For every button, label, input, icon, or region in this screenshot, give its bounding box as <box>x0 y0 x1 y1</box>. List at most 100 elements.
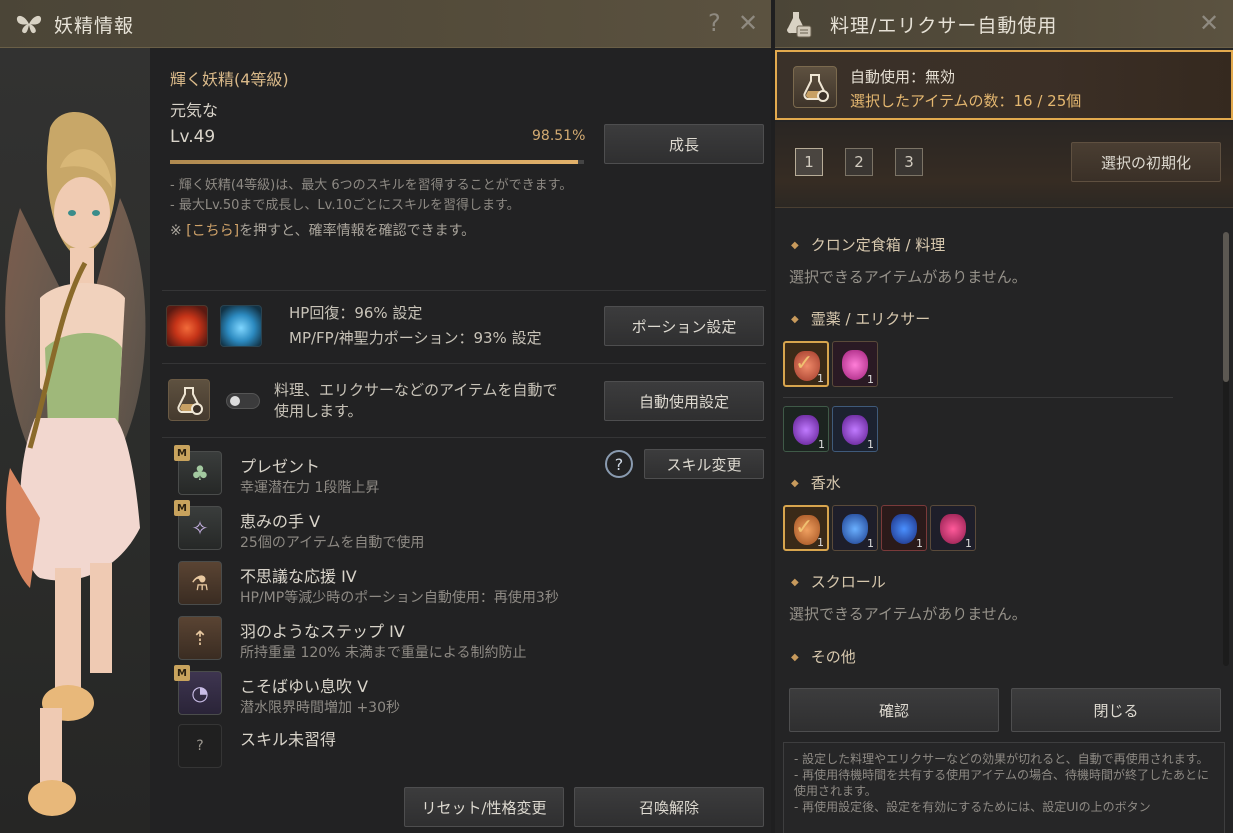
fairy-level: Lv.49 <box>170 127 216 147</box>
unknown-icon: ? <box>178 724 222 768</box>
close-button[interactable]: ✕ <box>1199 9 1219 37</box>
elixir-icon <box>842 415 868 445</box>
item-qty: 1 <box>817 372 824 385</box>
fairy-portrait <box>0 48 150 833</box>
skill-name: こそばゆい息吹 V <box>240 677 369 696</box>
elixir-icon <box>793 415 819 445</box>
item-qty: 1 <box>867 438 874 451</box>
item-slot[interactable]: 1 <box>930 505 976 551</box>
category-cooking: ◆ クロン定食箱 / 料理 <box>791 236 946 254</box>
flask-gear-icon <box>793 66 837 108</box>
fairy-detail: 輝く妖精(4等級) 元気な Lv.49 98.51% 成長 - 輝く妖精(4等級… <box>150 48 771 833</box>
auto-use-toggle[interactable] <box>226 393 260 409</box>
item-slot[interactable]: 1 <box>832 505 878 551</box>
skill-change-button[interactable]: スキル変更 <box>644 449 764 479</box>
category-empty-text: 選択できるアイテムがありません。 <box>789 268 1027 286</box>
hp-setting-text: HP回復：96% 設定 <box>289 304 423 322</box>
category-title: クロン定食箱 / 料理 <box>810 236 946 254</box>
skill-desc: 幸運潜在力 1段階上昇 <box>240 480 380 496</box>
category-list: ◆ クロン定食箱 / 料理 選択できるアイテムがありません。 ◆ 霊薬 / エリクサ… <box>775 210 1233 670</box>
skill-desc: HP/MP等減少時のポーション自動使用：再使用3秒 <box>240 590 559 606</box>
preset-tab-3[interactable]: 3 <box>895 148 923 176</box>
auto-use-icon <box>168 379 210 421</box>
panel-title: 妖精情報 <box>54 15 135 37</box>
selected-count: 選択したアイテムの数：16 / 25個 <box>850 92 1082 110</box>
item-qty: 1 <box>916 537 923 550</box>
reset-personality-button[interactable]: リセット/性格変更 <box>404 787 564 827</box>
fairy-desc-2: - 最大Lv.50まで成長し、Lv.10ごとにスキルを習得します。 <box>170 198 520 213</box>
note-line: - 再使用設定後、設定を有効にするためには、設定UIの上のボタン <box>794 800 1151 814</box>
item-qty: 1 <box>817 536 824 549</box>
auto-use-titlebar: 料理/エリクサー自動使用 ✕ <box>775 0 1233 48</box>
skill-name: 不思議な応援 IV <box>240 567 357 586</box>
scrollbar-thumb[interactable] <box>1223 232 1229 382</box>
item-slot[interactable]: 1 <box>881 505 927 551</box>
item-slot[interactable]: 1 <box>832 406 878 452</box>
help-button[interactable]: ? <box>708 9 721 37</box>
note-line: - 設定した料理やエリクサーなどの効果が切れると、自動で再使用されます。 <box>794 752 1209 766</box>
potion-settings-button[interactable]: ポーション設定 <box>604 306 764 346</box>
mp-setting-text: MP/FP/神聖力ポーション：93% 設定 <box>289 329 542 347</box>
auto-use-settings-button[interactable]: 自動使用設定 <box>604 381 764 421</box>
category-title: その他 <box>810 648 856 666</box>
probability-link[interactable]: [こちら] <box>186 223 239 239</box>
category-other: ◆ その他 <box>791 648 856 666</box>
exp-bar-fill <box>170 160 578 164</box>
confirm-button[interactable]: 確認 <box>789 688 999 732</box>
skill-item[interactable]: ⚗ 不思議な応援 IV HP/MP等減少時のポーション自動使用：再使用3秒 <box>178 561 771 611</box>
item-slot-selected[interactable]: ✓ 1 <box>783 505 829 551</box>
close-panel-button[interactable]: 閉じる <box>1011 688 1221 732</box>
m-badge: M <box>174 500 190 516</box>
skill-item[interactable]: M ◔ こそばゆい息吹 V 潜水限界時間増加 +30秒 <box>174 665 771 721</box>
category-perfume: ◆ 香水 <box>791 474 841 492</box>
divider <box>162 290 766 291</box>
auto-use-status: 自動使用：無効 選択したアイテムの数：16 / 25個 <box>775 50 1233 120</box>
item-slot[interactable]: 1 <box>783 406 829 452</box>
category-title: スクロール <box>810 573 886 591</box>
exp-bar <box>170 160 584 164</box>
fairy-info-titlebar: 妖精情報 ? ✕ <box>0 0 771 48</box>
category-title: 香水 <box>810 474 841 492</box>
fairy-desc-1: - 輝く妖精(4等級)は、最大 6つのスキルを習得することができます。 <box>170 178 573 193</box>
check-icon: ✓ <box>795 351 814 376</box>
potion-plus-icon: ⚗ <box>178 561 222 605</box>
grow-button[interactable]: 成長 <box>604 124 764 164</box>
category-title: 霊薬 / エリクサー <box>810 310 931 328</box>
scroll-flask-icon <box>787 12 812 38</box>
auto-use-state: 自動使用：無効 <box>850 68 956 86</box>
auto-use-text-1: 料理、エリクサーなどのアイテムを自動で <box>274 381 558 399</box>
m-badge: M <box>174 665 190 681</box>
auto-use-panel: 料理/エリクサー自動使用 ✕ 自動使用：無効 選択したアイテムの数：16 / 2… <box>775 0 1233 833</box>
close-button[interactable]: ✕ <box>738 9 758 37</box>
fairy-name: 輝く妖精(4等級) <box>170 70 289 89</box>
note-suffix: を押すと、確率情報を確認できます。 <box>239 223 476 239</box>
skill-name: 羽のようなステップ IV <box>240 622 405 641</box>
skill-item[interactable]: M ✧ 恵みの手 V 25個のアイテムを自動で使用 <box>174 500 771 556</box>
dismiss-summon-button[interactable]: 召喚解除 <box>574 787 764 827</box>
panel-title: 料理/エリクサー自動使用 <box>830 15 1058 37</box>
item-slot[interactable]: 1 <box>832 341 878 387</box>
preset-tab-1[interactable]: 1 <box>795 148 823 176</box>
note-prefix: ※ <box>170 223 187 239</box>
m-badge: M <box>174 445 190 461</box>
preset-tab-2[interactable]: 2 <box>845 148 873 176</box>
fairy-illustration <box>5 111 146 816</box>
item-qty: 1 <box>867 537 874 550</box>
probability-note: ※ [こちら]を押すと、確率情報を確認できます。 <box>170 221 475 241</box>
scrollbar[interactable] <box>1223 232 1229 666</box>
toggle-knob <box>230 396 240 406</box>
perfume-icon <box>842 514 868 544</box>
category-scroll: ◆ スクロール <box>791 573 886 591</box>
reset-selection-button[interactable]: 選択の初期化 <box>1071 142 1221 182</box>
item-qty: 1 <box>867 373 874 386</box>
hp-potion-icon <box>166 305 208 347</box>
item-slot-selected[interactable]: ✓ 1 <box>783 341 829 387</box>
preset-area: 1 2 3 選択の初期化 <box>775 122 1233 208</box>
skill-item[interactable]: ⇡ 羽のようなステップ IV 所持重量 120% 未満まで重量による制約防止 <box>178 616 771 666</box>
item-qty: 1 <box>818 438 825 451</box>
perfume-icon <box>940 514 966 544</box>
item-qty: 1 <box>965 537 972 550</box>
fairy-info-panel: 妖精情報 ? ✕ 輝く妖精(4等級) 元気な Lv.49 98.51% 成長 -… <box>0 0 771 833</box>
flask-gear-icon <box>177 387 203 415</box>
skill-help-button[interactable]: ? <box>605 450 633 478</box>
